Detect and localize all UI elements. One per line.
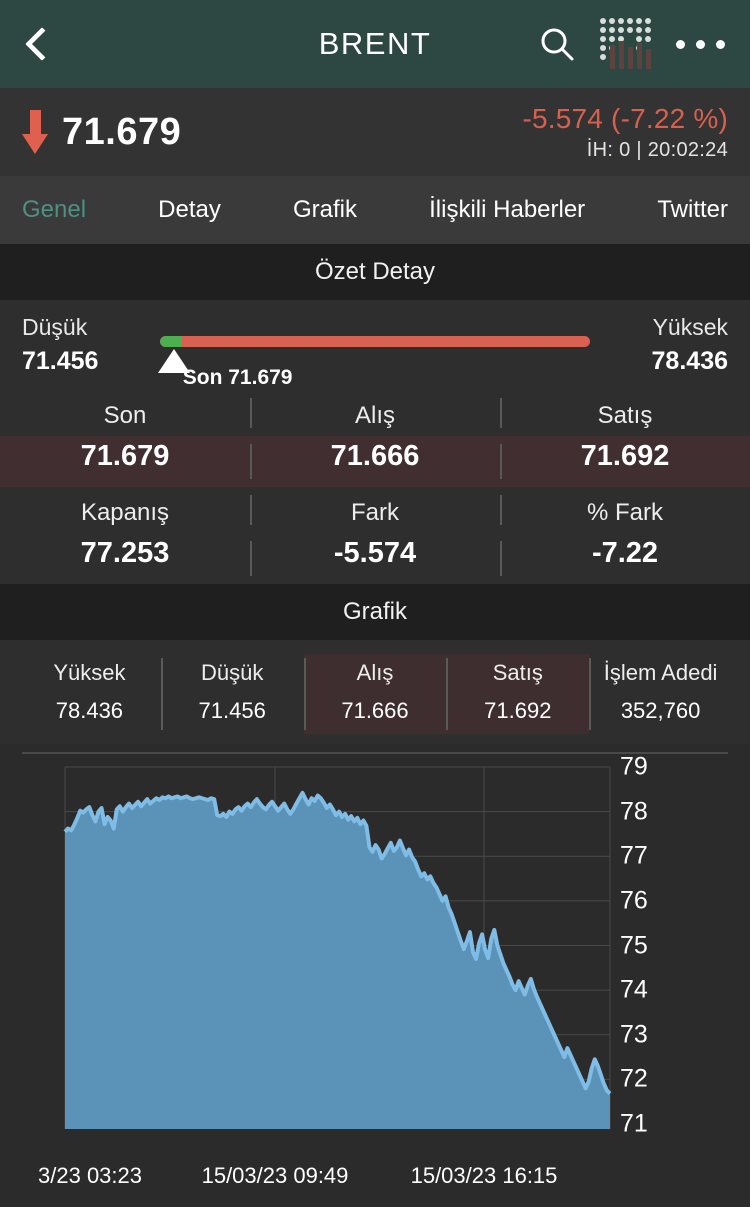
summary-grid-labels-row-1: Son Alış Satış	[0, 390, 750, 436]
value-son: 71.679	[80, 440, 170, 472]
matrix-board-icon	[600, 18, 651, 69]
price-summary-bar: 71.679 -5.574 (-7.22 %) İH: 0 | 20:02:24	[0, 88, 750, 176]
x-tick-label: 15/03/23 16:15	[410, 1163, 558, 1188]
cell-yuzde-fark: % Fark	[500, 487, 750, 533]
stat-dusuk: Düşük 71.456	[160, 654, 304, 734]
stat-alis: Alış 71.666	[303, 654, 447, 734]
back-button[interactable]	[0, 0, 78, 88]
tab-grafik[interactable]: Grafik	[293, 196, 357, 224]
y-tick-label: 77	[620, 841, 648, 870]
y-tick-label: 79	[620, 752, 648, 781]
x-tick-label: 15/03/23 09:49	[201, 1163, 349, 1188]
stat-yuksek: Yüksek 78.436	[53, 660, 126, 723]
chart-section-header: Grafik	[0, 584, 750, 640]
range-low-label: Düşük	[22, 314, 88, 340]
more-options-icon	[675, 39, 725, 49]
value-yuzde-fark: -7.22	[500, 533, 750, 584]
top-app-bar: BRENT	[0, 0, 750, 88]
chevron-left-icon	[25, 27, 59, 61]
search-button[interactable]	[526, 0, 588, 88]
range-low-value: 71.456	[22, 347, 99, 375]
cell-alis: Alış	[250, 390, 500, 436]
stat-islem-adedi: İşlem Adedi 352,760	[589, 654, 732, 734]
cell-fark: Fark	[250, 487, 500, 533]
search-icon	[541, 28, 574, 61]
matrix-board-button[interactable]	[588, 0, 664, 88]
change-value: -5.574 (-7.22 %)	[522, 102, 728, 134]
last-price-value: 71.679	[62, 110, 182, 153]
value-satis: 71.692	[500, 436, 750, 487]
cell-satis: Satış	[500, 390, 750, 436]
y-tick-label: 78	[620, 797, 648, 826]
y-tick-label: 76	[620, 886, 648, 915]
range-marker-label: Son 71.679	[182, 366, 293, 389]
arrow-down-icon	[22, 110, 48, 154]
topbar-actions	[526, 0, 750, 88]
summary-grid-labels-row-2: Kapanış Fark % Fark	[0, 487, 750, 533]
range-high-value: 78.436	[651, 347, 728, 375]
price-area-chart[interactable]: 79 78 77 76 75 74 73 72 71	[0, 752, 750, 1184]
range-bar-green-segment	[160, 336, 182, 347]
range-high-label: Yüksek	[652, 314, 728, 340]
cell-kapanis: Kapanış	[80, 499, 170, 526]
range-bar-area: Son 71.679	[157, 336, 590, 389]
summary-grid-values-row-1: 71.679 71.666 71.692	[0, 436, 750, 487]
y-tick-label: 75	[620, 931, 648, 959]
range-bar	[160, 336, 590, 347]
brent-detail-screen: BRENT 71.679 -5.574 (-7.22 %) İH: 0 | 20…	[0, 0, 750, 1207]
tab-iliskili-haberler[interactable]: İlişkili Haberler	[429, 196, 585, 224]
change-block: -5.574 (-7.22 %) İH: 0 | 20:02:24	[522, 103, 728, 162]
stat-satis: Satış 71.692	[446, 654, 590, 734]
summary-grid: Son Alış Satış 71.679 71.666 71.692 Kapa…	[0, 390, 750, 584]
y-tick-label: 73	[620, 1020, 648, 1049]
tab-bar: Genel Detay Grafik İlişkili Haberler Twi…	[0, 176, 750, 244]
status-timestamp: İH: 0 | 20:02:24	[586, 138, 728, 161]
y-tick-label: 74	[620, 975, 648, 1004]
y-tick-label: 72	[620, 1064, 648, 1093]
more-options-button[interactable]	[664, 0, 736, 88]
tab-genel[interactable]: Genel	[22, 196, 86, 224]
summary-grid-values-row-2: 77.253 -5.574 -7.22	[0, 533, 750, 584]
y-tick-label: 71	[620, 1109, 648, 1138]
range-marker: Son 71.679	[157, 349, 292, 389]
day-range-row: Düşük Yüksek 71.456 78.436 Son 71.679	[0, 300, 750, 390]
tab-detay[interactable]: Detay	[158, 196, 221, 224]
cell-son: Son	[103, 402, 147, 429]
summary-section-header: Özet Detay	[0, 244, 750, 300]
chart-stats-row: Yüksek 78.436 Düşük 71.456 Alış 71.666 S…	[0, 640, 750, 744]
value-alis: 71.666	[250, 436, 500, 487]
value-kapanis: 77.253	[80, 537, 170, 569]
tab-twitter[interactable]: Twitter	[657, 196, 728, 224]
chart-area-fill	[65, 792, 610, 1129]
x-tick-label: 3/23 03:23	[38, 1163, 142, 1188]
value-fark: -5.574	[250, 533, 500, 584]
